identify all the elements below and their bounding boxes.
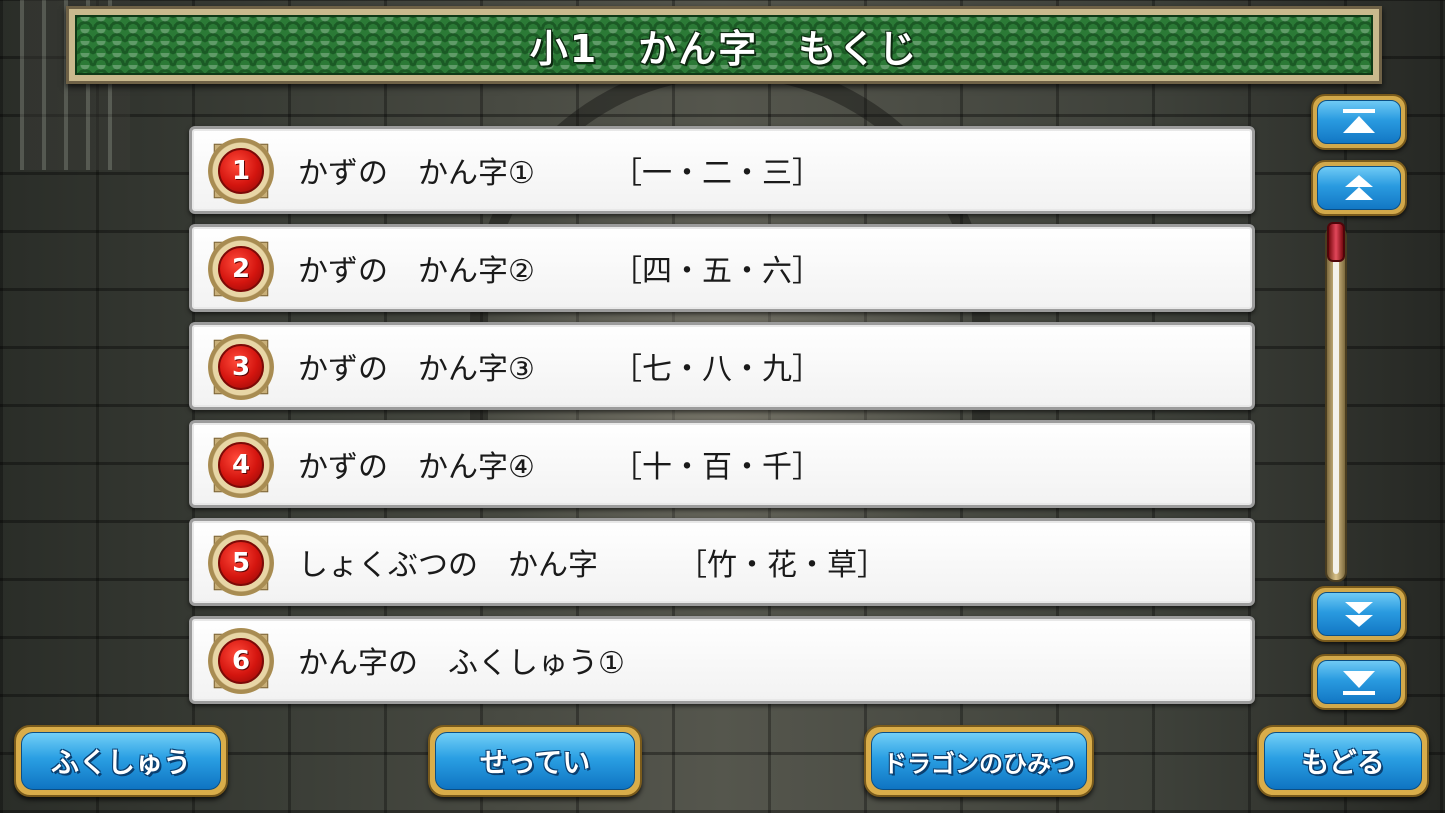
double-chevron-down-icon <box>1317 592 1401 636</box>
scrollbar-groove <box>1333 234 1339 574</box>
lesson-kanji: ［七・八・九］ <box>612 352 822 387</box>
scroll-page-down-button[interactable] <box>1311 586 1407 642</box>
dragon-secrets-button[interactable]: ドラゴンのひみつ <box>864 725 1094 797</box>
lesson-number: 2 <box>218 246 264 292</box>
lesson-number-badge: 1 <box>208 138 274 204</box>
lesson-title: かん字の ふくしゅう① <box>298 646 625 681</box>
lesson-number: 5 <box>218 540 264 586</box>
lesson-kanji: ［竹・花・草］ <box>677 548 887 583</box>
double-up-bar-icon <box>1317 100 1401 144</box>
review-button-label: ふくしゅう <box>21 732 221 790</box>
settings-button-label: せってい <box>435 732 635 790</box>
lesson-kanji: ［一・二・三］ <box>612 156 822 191</box>
lesson-row-4[interactable]: 4 かずの かん字④ ［十・百・千］ <box>189 420 1255 508</box>
lesson-number: 4 <box>218 442 264 488</box>
settings-button[interactable]: せってい <box>428 725 642 797</box>
scroll-top-button[interactable] <box>1311 94 1407 150</box>
lesson-title: かずの かん字③ <box>298 352 535 387</box>
lesson-row-6[interactable]: 6 かん字の ふくしゅう① <box>189 616 1255 704</box>
back-button[interactable]: もどる <box>1257 725 1429 797</box>
lesson-number-badge: 5 <box>208 530 274 596</box>
dragon-secrets-button-label: ドラゴンのひみつ <box>871 732 1087 790</box>
lesson-number-badge: 2 <box>208 236 274 302</box>
lesson-kanji: ［四・五・六］ <box>612 254 822 289</box>
lesson-list: 1 かずの かん字① ［一・二・三］ 2 かずの かん字② ［四・五・六］ 3 … <box>189 126 1255 714</box>
lesson-number: 1 <box>218 148 264 194</box>
title-banner: 小1 かん字 もくじ <box>66 6 1382 84</box>
review-button[interactable]: ふくしゅう <box>14 725 228 797</box>
scroll-bottom-button[interactable] <box>1311 654 1407 710</box>
lesson-number-badge: 6 <box>208 628 274 694</box>
lesson-row-2[interactable]: 2 かずの かん字② ［四・五・六］ <box>189 224 1255 312</box>
page-title: 小1 かん字 もくじ <box>529 26 919 71</box>
scrollbar-thumb[interactable] <box>1327 222 1345 262</box>
lesson-number: 3 <box>218 344 264 390</box>
scroll-page-up-button[interactable] <box>1311 160 1407 216</box>
lesson-title: かずの かん字① <box>298 156 535 191</box>
lesson-number-badge: 3 <box>208 334 274 400</box>
double-down-bar-icon <box>1317 660 1401 704</box>
back-button-label: もどる <box>1264 732 1422 790</box>
title-banner-inner: 小1 かん字 もくじ <box>75 15 1373 75</box>
lesson-row-3[interactable]: 3 かずの かん字③ ［七・八・九］ <box>189 322 1255 410</box>
lesson-title: かずの かん字④ <box>298 450 535 485</box>
scrollbar-track[interactable] <box>1325 226 1347 582</box>
lesson-row-5[interactable]: 5 しょくぶつの かん字 ［竹・花・草］ <box>189 518 1255 606</box>
double-chevron-up-icon <box>1317 166 1401 210</box>
lesson-number: 6 <box>218 638 264 684</box>
lesson-row-1[interactable]: 1 かずの かん字① ［一・二・三］ <box>189 126 1255 214</box>
lesson-number-badge: 4 <box>208 432 274 498</box>
lesson-title: かずの かん字② <box>298 254 535 289</box>
lesson-kanji: ［十・百・千］ <box>612 450 822 485</box>
lesson-title: しょくぶつの かん字 <box>298 548 598 583</box>
